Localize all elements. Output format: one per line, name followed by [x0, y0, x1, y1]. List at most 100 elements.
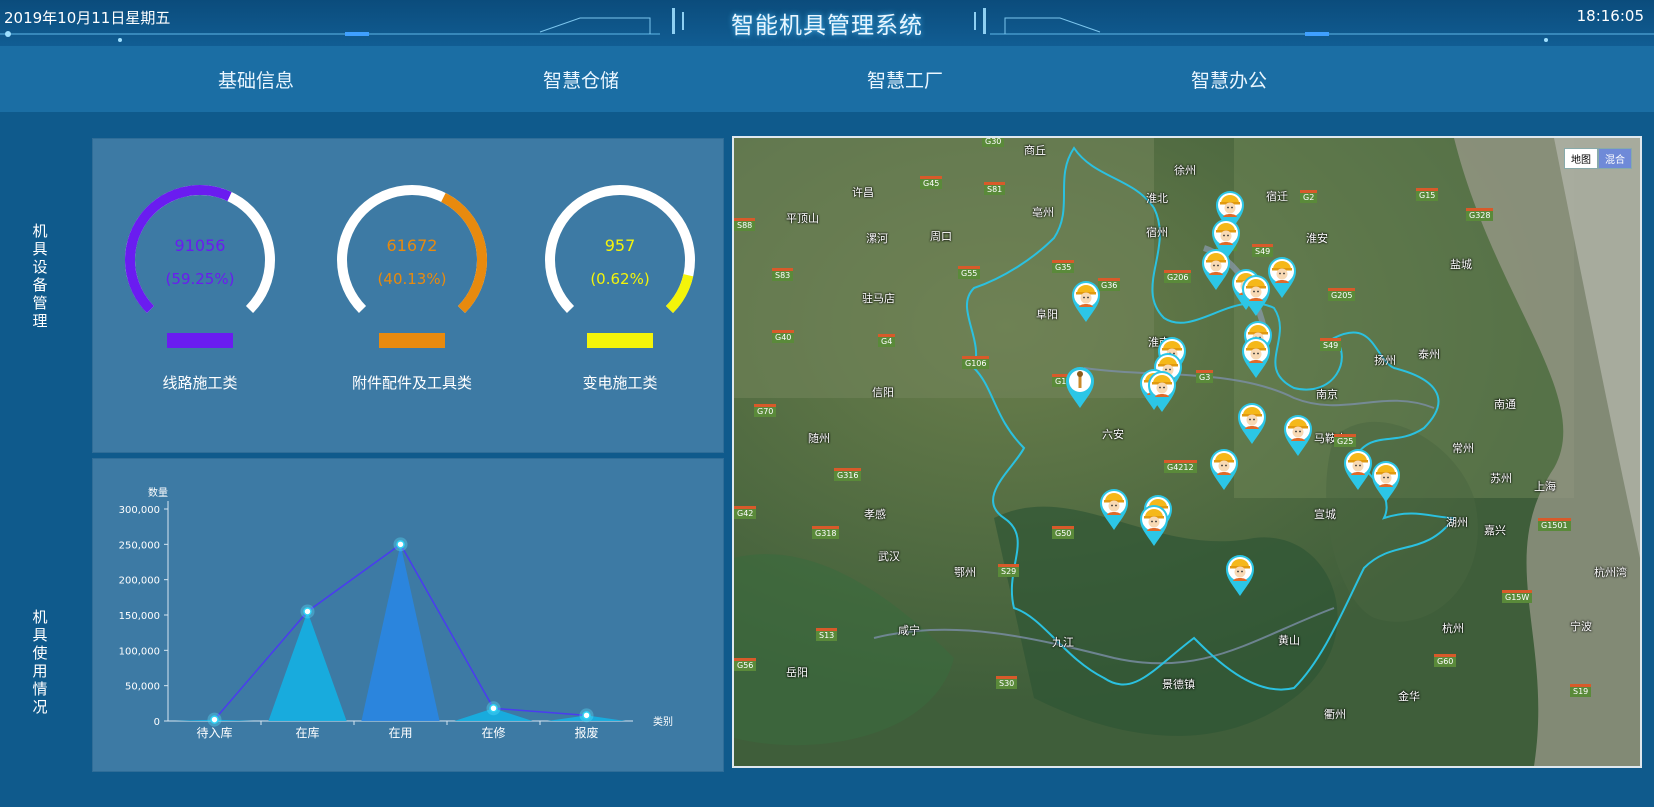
map-city-label: 苏州 — [1490, 472, 1512, 485]
gauge-category-name: 附件配件及工具类 — [351, 374, 472, 392]
map-city-label: 淮安 — [1306, 232, 1328, 245]
data-point[interactable] — [396, 540, 405, 549]
usage-chart: 数量类别 0 50,000 100,000 150,000 200,000 250,000 3… — [119, 486, 673, 740]
nav-item-smart-factory[interactable]: 智慧工厂 — [867, 66, 943, 93]
bar-mark — [361, 544, 440, 721]
y-tick-label: 100,000 — [119, 646, 160, 657]
map-road-shield: G4212 — [1164, 460, 1197, 473]
map-city-label: 泰州 — [1418, 348, 1440, 361]
map-city-label: 岳阳 — [786, 666, 808, 679]
x-tick-label: 待入库 — [196, 725, 232, 740]
nav-item-smart-warehouse[interactable]: 智慧仓储 — [543, 66, 619, 93]
y-axis-label: 数量 — [148, 486, 168, 499]
worker-location-pin-icon[interactable] — [1370, 460, 1402, 504]
map-road-shield: G316 — [834, 468, 862, 481]
y-tick-label: 150,000 — [119, 611, 160, 622]
worker-location-pin-icon[interactable] — [1098, 488, 1130, 532]
map-road-shield: S19 — [1570, 684, 1592, 697]
map-road-shield: S13 — [816, 628, 838, 641]
gauge-percent: (40.13%) — [377, 270, 447, 288]
map-type-map[interactable]: 地图 — [1564, 148, 1598, 169]
x-tick-label: 在修 — [481, 725, 505, 740]
map-city-label: 上海 — [1534, 480, 1556, 493]
data-point[interactable] — [489, 704, 498, 713]
worker-location-pin-icon[interactable] — [1146, 370, 1178, 414]
map-city-label: 宣城 — [1314, 508, 1336, 521]
map-road-shield: G50 — [1052, 526, 1075, 539]
worker-location-pin-icon[interactable] — [1064, 366, 1096, 410]
map-city-label: 湖州 — [1446, 516, 1468, 529]
map-city-label: 景德镇 — [1162, 678, 1195, 691]
map-road-shield: S81 — [984, 182, 1006, 195]
map-road-shield: G4 — [878, 334, 896, 347]
map-road-shield: G328 — [1466, 208, 1494, 221]
map-city-label: 扬州 — [1374, 354, 1396, 367]
map-road-shield: G106 — [962, 356, 990, 369]
map-city-label: 衢州 — [1324, 708, 1346, 721]
data-point[interactable] — [210, 715, 219, 724]
nav-item-basic-info[interactable]: 基础信息 — [218, 66, 294, 93]
x-tick-label: 报废 — [574, 725, 598, 740]
map-type-control: 地图 混合 — [1564, 148, 1632, 169]
x-axis-label: 类别 — [653, 715, 673, 728]
map-road-shield: G42 — [734, 506, 757, 519]
worker-location-pin-icon[interactable] — [1208, 448, 1240, 492]
system-title: 智能机具管理系统 — [731, 13, 923, 39]
map-city-label: 宿迁 — [1266, 190, 1288, 203]
worker-location-pin-icon[interactable] — [1224, 554, 1256, 598]
worker-location-pin-icon[interactable] — [1138, 504, 1170, 548]
map-city-label: 亳州 — [1032, 206, 1054, 219]
map-city-label: 常州 — [1452, 442, 1474, 455]
gauge-accessories-tools: 61672 (40.13%) 附件配件及工具类 — [327, 180, 497, 400]
map-city-label: 黄山 — [1278, 634, 1300, 647]
gauge-color-swatch — [167, 333, 233, 348]
map-city-label: 徐州 — [1174, 164, 1196, 177]
map-type-hybrid[interactable]: 混合 — [1598, 148, 1632, 169]
map-city-label: 信阳 — [872, 386, 894, 399]
map-road-shield: G3 — [1196, 370, 1214, 383]
nav-item-smart-office[interactable]: 智慧办公 — [1191, 66, 1267, 93]
map-city-label: 随州 — [808, 432, 830, 445]
gauge-value: 61672 — [386, 236, 438, 255]
worker-location-pin-icon[interactable] — [1282, 414, 1314, 458]
map-road-shield: G206 — [1164, 270, 1192, 283]
gauge-substation-construction: 957 (0.62%) 变电施工类 — [535, 180, 705, 400]
map-road-shield: G60 — [1434, 654, 1457, 667]
worker-location-pin-icon[interactable] — [1200, 248, 1232, 292]
map-city-label: 鄂州 — [954, 566, 976, 579]
main-nav: 基础信息 智慧仓储 智慧工厂 智慧办公 — [0, 46, 1654, 112]
map-city-label: 嘉兴 — [1484, 524, 1506, 537]
map-city-label: 孝感 — [864, 508, 886, 521]
map-road-shield: G2 — [1300, 190, 1318, 203]
map-road-shield: G35 — [1052, 260, 1075, 273]
y-tick-label: 0 — [154, 717, 160, 728]
map-city-label: 金华 — [1398, 690, 1420, 703]
y-tick-label: 250,000 — [119, 540, 160, 551]
map-city-label: 南京 — [1316, 388, 1338, 401]
worker-location-pin-icon[interactable] — [1070, 280, 1102, 324]
gauge-category-name: 变电施工类 — [582, 374, 658, 392]
map-city-label: 杭州 — [1442, 622, 1464, 635]
y-tick-label: 200,000 — [119, 576, 160, 587]
map-city-label: 六安 — [1102, 428, 1124, 441]
data-point[interactable] — [303, 607, 312, 616]
gauge-line-construction: 91056 (59.25%) 线路施工类 — [115, 180, 285, 400]
map-city-label: 九江 — [1052, 636, 1074, 649]
time-display: 18:16:05 — [1576, 7, 1644, 25]
map-road-shield: G15W — [1502, 590, 1533, 603]
data-point[interactable] — [582, 711, 591, 720]
map-road-shield: S83 — [772, 268, 794, 281]
worker-location-pin-icon[interactable] — [1240, 336, 1272, 380]
map-city-label: 盐城 — [1450, 258, 1472, 271]
map-road-shield: G40 — [772, 330, 795, 343]
map-road-shield: G1501 — [1538, 518, 1571, 531]
worker-location-pin-icon[interactable] — [1236, 402, 1268, 446]
equipment-map[interactable]: 地图 混合 商丘 许昌 平顶山 漯河 周口 亳州 淮北 徐州 宿迁 淮安 盐城 驻马店 阜阳 宿州 淮南 扬州… — [732, 136, 1642, 768]
map-road-shield: S30 — [996, 676, 1018, 689]
worker-location-pin-icon[interactable] — [1266, 256, 1298, 300]
y-tick-label: 300,000 — [119, 505, 160, 516]
map-road-shield: S88 — [734, 218, 756, 231]
map-city-label: 杭州湾 — [1594, 566, 1627, 579]
gauge-percent: (59.25%) — [165, 270, 235, 288]
map-city-label: 宁波 — [1570, 620, 1592, 633]
